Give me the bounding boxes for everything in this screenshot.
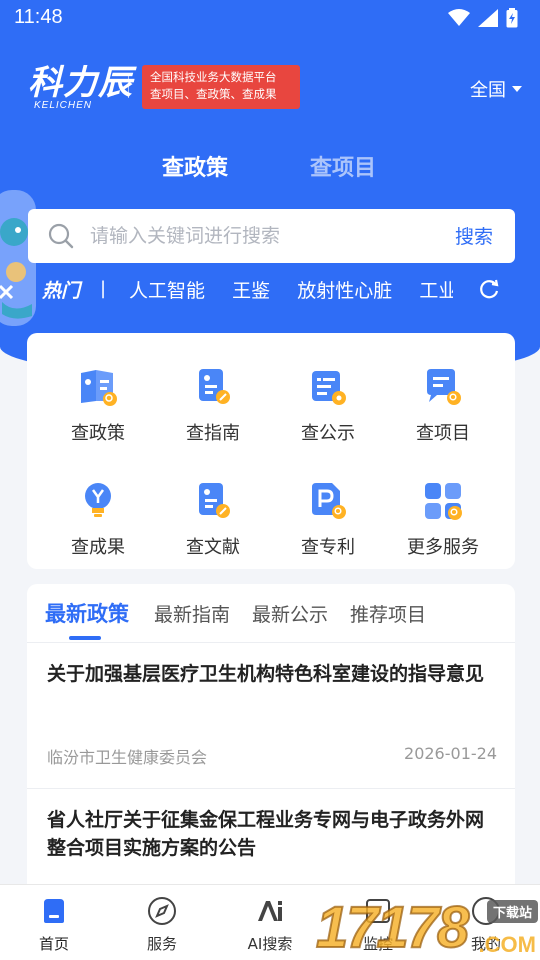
guide-icon bbox=[199, 369, 230, 404]
nav-label: 服务 bbox=[146, 935, 177, 953]
article-source: 临汾市卫生健康委员会 bbox=[47, 748, 208, 767]
achievement-icon bbox=[85, 483, 111, 517]
region-selector[interactable]: 全国 bbox=[470, 76, 522, 102]
more-services-icon bbox=[425, 483, 462, 520]
refresh-icon[interactable] bbox=[478, 278, 500, 300]
app-logo: 科力辰 KELICHEN bbox=[28, 66, 133, 111]
project-icon bbox=[427, 369, 461, 405]
search-input[interactable] bbox=[90, 219, 430, 253]
article-meta: 临汾市卫生健康委员会 2026-01-24 bbox=[47, 744, 497, 768]
hot-separator: | bbox=[100, 278, 107, 299]
home-icon bbox=[44, 899, 64, 923]
service-label: 查专利 bbox=[301, 537, 355, 558]
divider bbox=[27, 788, 515, 789]
service-announcement[interactable]: 查公示 bbox=[267, 345, 389, 445]
service-policy[interactable]: 查政策 bbox=[37, 345, 159, 445]
service-achievement[interactable]: 查成果 bbox=[37, 459, 159, 559]
signal-icon bbox=[478, 9, 498, 27]
announcement-icon bbox=[312, 371, 346, 405]
service-label: 查文献 bbox=[186, 537, 240, 558]
nav-home[interactable]: 首页 bbox=[0, 885, 108, 960]
battery-icon bbox=[506, 8, 518, 28]
tab-latest-guide[interactable]: 最新指南 bbox=[154, 600, 230, 627]
article-date: 2026-01-24 bbox=[404, 744, 497, 763]
service-literature[interactable]: 查文献 bbox=[152, 459, 274, 559]
nav-label: AI搜索 bbox=[247, 935, 293, 953]
search-bar: 搜索 bbox=[28, 209, 515, 263]
service-label: 更多服务 bbox=[407, 537, 479, 558]
patent-icon bbox=[312, 483, 346, 519]
divider bbox=[27, 642, 515, 643]
service-label: 查政策 bbox=[71, 423, 125, 444]
tab-project[interactable]: 查项目 bbox=[310, 150, 376, 182]
tab-recommended-projects[interactable]: 推荐项目 bbox=[350, 600, 426, 627]
active-tab-indicator bbox=[69, 636, 101, 640]
hot-keyword[interactable]: 工业 bbox=[419, 276, 453, 303]
tab-latest-announcement[interactable]: 最新公示 bbox=[252, 600, 328, 627]
wifi-icon bbox=[448, 9, 470, 26]
mode-tabs: 查政策 查项目 bbox=[0, 150, 540, 186]
header-background bbox=[0, 0, 540, 380]
hot-keyword-list: 人工智能 王鉴 放射性心脏 工业 bbox=[129, 276, 453, 306]
status-time: 11:48 bbox=[14, 6, 63, 28]
service-label: 查公示 bbox=[301, 423, 355, 444]
logo-text: 科力辰 bbox=[28, 63, 133, 103]
hot-label: 热门 bbox=[42, 280, 81, 302]
service-label: 查指南 bbox=[186, 423, 240, 444]
region-label: 全国 bbox=[470, 80, 506, 101]
service-more[interactable]: 更多服务 bbox=[382, 459, 504, 559]
status-bar: 11:48 bbox=[0, 0, 540, 36]
search-icon bbox=[48, 223, 74, 249]
service-label: 查成果 bbox=[71, 537, 125, 558]
hot-keywords: 热门 | 人工智能 王鉴 放射性心脏 工业 bbox=[42, 276, 522, 306]
nav-label: 首页 bbox=[38, 935, 69, 953]
watermark-number: 17178 bbox=[315, 895, 470, 960]
search-button[interactable]: 搜索 bbox=[455, 222, 493, 249]
watermark-suffix: .COM bbox=[478, 932, 536, 957]
services-card: 查政策 查指南 查公示 查项目 查成果 查文献 查专利 更多服务 bbox=[27, 333, 515, 569]
article-item[interactable]: 关于加强基层医疗卫生机构特色科室建设的指导意见 临汾市卫生健康委员会 2026-… bbox=[47, 660, 497, 770]
slogan-line-1: 全国科技业务大数据平台 bbox=[150, 70, 277, 84]
compass-icon bbox=[148, 897, 176, 925]
chevron-down-icon bbox=[512, 86, 522, 92]
watermark: 17178 下载站 .COM bbox=[315, 895, 540, 960]
hot-keyword[interactable]: 放射性心脏 bbox=[297, 276, 392, 303]
ai-search-icon bbox=[258, 901, 282, 921]
article-title: 省人社厅关于征集金保工程业务专网与电子政务外网整合项目实施方案的公告 bbox=[47, 809, 485, 859]
news-card: 最新政策 最新指南 最新公示 推荐项目 关于加强基层医疗卫生机构特色科室建设的指… bbox=[27, 584, 515, 914]
hot-keyword[interactable]: 人工智能 bbox=[129, 276, 205, 303]
article-item[interactable]: 省人社厅关于征集金保工程业务专网与电子政务外网整合项目实施方案的公告 bbox=[47, 806, 497, 876]
logo-divider bbox=[128, 74, 129, 98]
service-label: 查项目 bbox=[416, 423, 470, 444]
slogan-banner: 全国科技业务大数据平台 查项目、查政策、查成果 bbox=[142, 65, 300, 109]
tab-latest-policy[interactable]: 最新政策 bbox=[45, 598, 129, 628]
hot-keyword[interactable]: 王鉴 bbox=[232, 276, 270, 303]
service-guide[interactable]: 查指南 bbox=[152, 345, 274, 445]
tab-policy[interactable]: 查政策 bbox=[162, 150, 228, 182]
watermark-badge: 下载站 bbox=[486, 900, 538, 923]
policy-icon bbox=[81, 370, 117, 406]
service-patent[interactable]: 查专利 bbox=[267, 459, 389, 559]
article-title: 关于加强基层医疗卫生机构特色科室建设的指导意见 bbox=[47, 663, 485, 685]
literature-icon bbox=[199, 483, 230, 518]
nav-ai-search[interactable]: AI搜索 bbox=[216, 885, 324, 960]
slogan-line-2: 查项目、查政策、查成果 bbox=[150, 87, 277, 101]
nav-services[interactable]: 服务 bbox=[108, 885, 216, 960]
service-project[interactable]: 查项目 bbox=[382, 345, 504, 445]
